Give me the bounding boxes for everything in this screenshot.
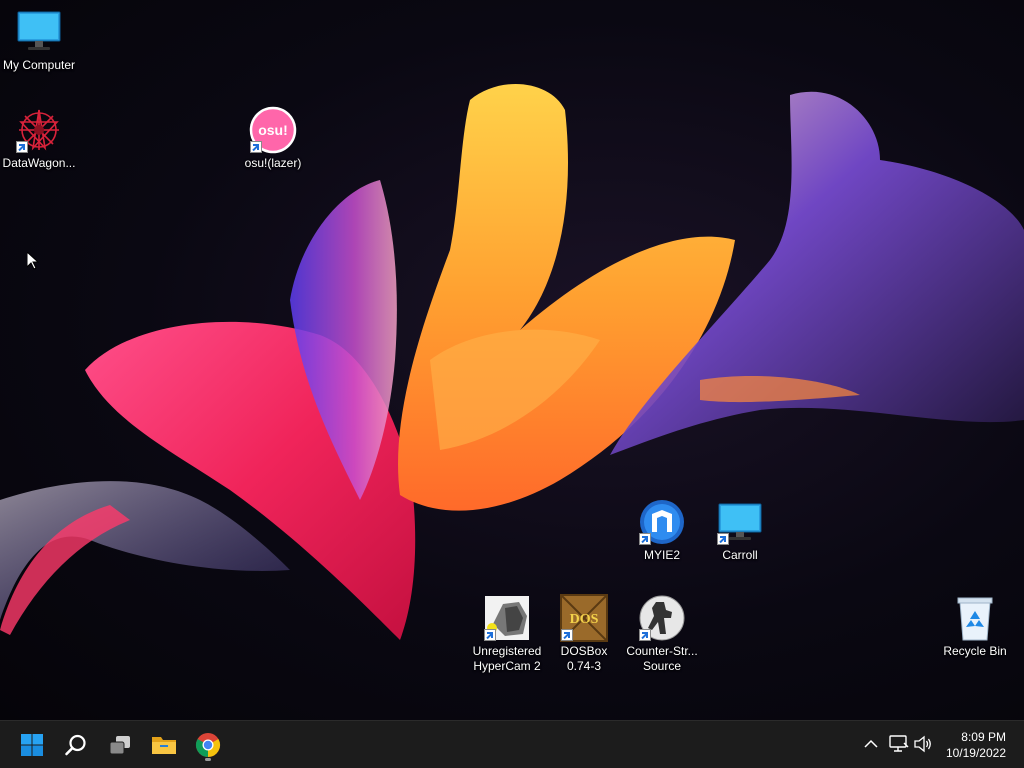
shortcut-arrow-icon <box>484 629 496 641</box>
start-button[interactable] <box>14 727 50 763</box>
hypercam-icon <box>483 594 531 642</box>
show-hidden-icons-button[interactable] <box>860 733 882 755</box>
network-button[interactable] <box>888 733 910 755</box>
clock-date: 10/19/2022 <box>945 746 1006 760</box>
myie2-icon <box>638 498 686 546</box>
desktop-icon-osu[interactable]: osu! osu!(lazer) <box>231 106 315 171</box>
desktop-icon-myie2[interactable]: MYIE2 <box>620 498 704 563</box>
chrome-button[interactable] <box>190 727 226 763</box>
desktop-icon-carroll[interactable]: Carroll <box>698 498 782 563</box>
windows-start-icon <box>21 734 43 756</box>
dosbox-logo-text: DOS <box>570 612 599 627</box>
shortcut-arrow-icon <box>717 533 729 545</box>
desktop-icon-datawagon[interactable]: DataWagon... <box>0 106 81 171</box>
task-view-button[interactable] <box>102 727 138 763</box>
desktop-icon-recycle-bin[interactable]: Recycle Bin <box>933 594 1017 659</box>
search-button[interactable] <box>58 727 94 763</box>
network-icon <box>889 735 909 752</box>
volume-icon <box>914 735 931 753</box>
volume-button[interactable] <box>912 733 934 755</box>
clock-time: 8:09 PM <box>961 730 1006 744</box>
chevron-up-icon <box>864 739 878 748</box>
clock[interactable]: 8:09 PM 10/19/2022 <box>936 729 1006 761</box>
shortcut-arrow-icon <box>561 629 573 641</box>
desktop[interactable]: My Computer DataWagon... osu! osu!(lazer… <box>0 0 1024 720</box>
datawagon-icon <box>15 106 63 154</box>
monitor-icon <box>15 8 63 56</box>
desktop-icon-my-computer[interactable]: My Computer <box>0 8 81 73</box>
desktop-icon-label: Recycle Bin <box>943 644 1007 658</box>
desktop-icon-label: Counter-Str... Source <box>626 644 698 673</box>
chrome-icon <box>195 733 221 757</box>
desktop-icon-hypercam[interactable]: Unregistered HyperCam 2 <box>465 594 549 674</box>
shortcut-arrow-icon <box>16 141 28 153</box>
osu-icon: osu! <box>249 106 297 154</box>
desktop-icon-label: My Computer <box>2 58 76 72</box>
desktop-icon-label: DataWagon... <box>2 156 76 170</box>
shortcut-arrow-icon <box>639 533 651 545</box>
desktop-icon-label: DOSBox 0.74-3 <box>560 644 608 673</box>
desktop-icon-dosbox[interactable]: DOS DOSBox 0.74-3 <box>542 594 626 674</box>
dosbox-icon: DOS <box>560 594 608 642</box>
desktop-icon-counter-strike[interactable]: Counter-Str... Source <box>620 594 704 674</box>
task-view-icon <box>109 736 130 755</box>
file-explorer-button[interactable] <box>146 727 182 763</box>
taskbar: 8:09 PM 10/19/2022 <box>0 720 1024 768</box>
desktop-icon-label: MYIE2 <box>643 548 680 562</box>
shortcut-arrow-icon <box>639 629 651 641</box>
shortcut-arrow-icon <box>250 141 262 153</box>
mouse-cursor-icon <box>27 252 39 270</box>
recycle-bin-icon <box>951 594 999 642</box>
desktop-icon-label: Unregistered HyperCam 2 <box>472 644 542 673</box>
osu-logo-text: osu! <box>258 122 288 138</box>
running-indicator <box>205 758 211 761</box>
desktop-icon-label: osu!(lazer) <box>244 156 302 170</box>
search-icon <box>65 734 86 756</box>
monitor-icon <box>716 498 764 546</box>
desktop-icon-label: Carroll <box>722 548 758 562</box>
folder-icon <box>152 737 176 754</box>
counter-strike-icon <box>638 594 686 642</box>
